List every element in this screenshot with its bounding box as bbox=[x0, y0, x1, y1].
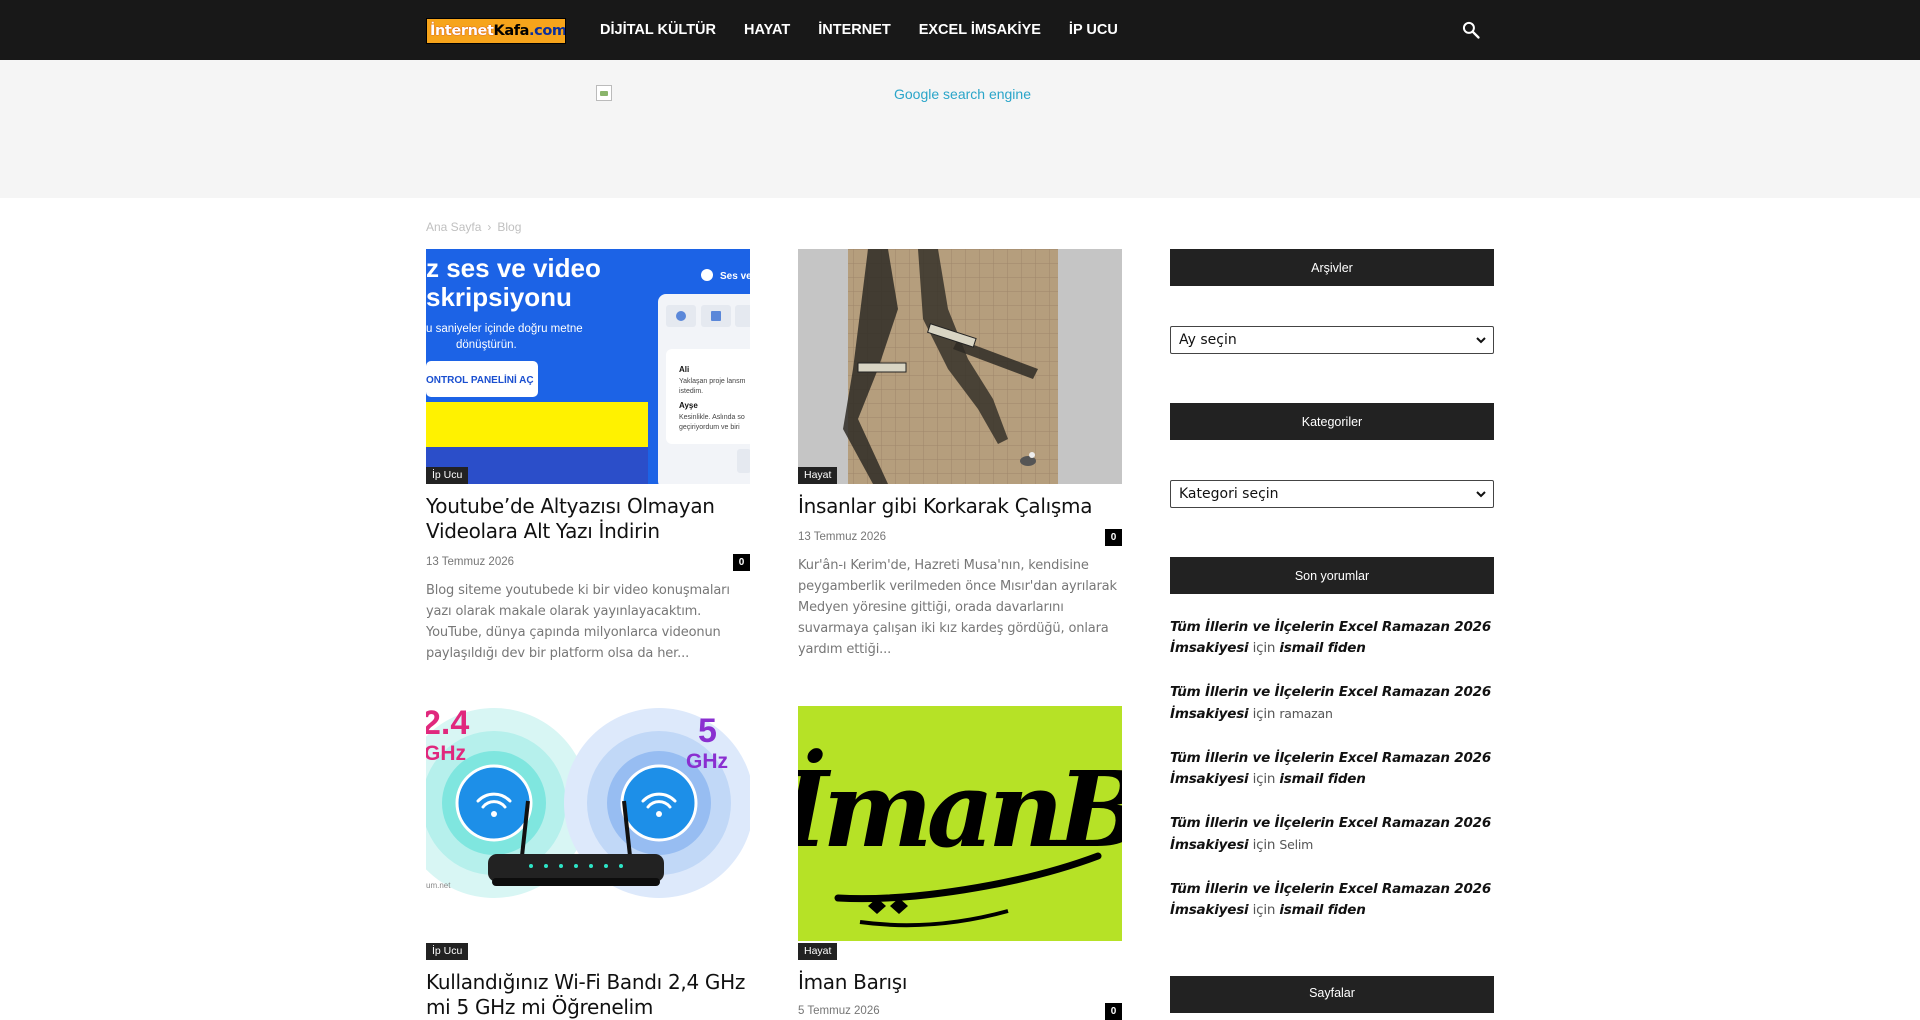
category-tag[interactable]: Hayat bbox=[798, 943, 838, 960]
category-tag[interactable]: İp Ucu bbox=[426, 943, 469, 960]
ad-alt-text: Google search engine bbox=[894, 86, 1031, 102]
ad-banner: Google search engine bbox=[0, 60, 1920, 198]
comment-post-link[interactable]: Tüm İllerin ve İlçelerin Excel Ramazan 2… bbox=[1170, 815, 1491, 853]
image-person-2-text-2: geçiriyordum ve biri bbox=[679, 424, 740, 431]
main-menu: DİJİTAL KÜLTÜR HAYAT İNTERNET EXCEL İMSA… bbox=[600, 0, 1146, 60]
post-thumbnail-image: 2.4 GHz 5 GHz um.net bbox=[426, 706, 750, 941]
comment-count-badge[interactable]: 0 bbox=[1105, 1002, 1122, 1020]
widget-title-categories: Kategoriler bbox=[1170, 403, 1494, 440]
widget-title-archives: Arşivler bbox=[1170, 249, 1494, 286]
chevron-down-icon bbox=[1476, 337, 1486, 344]
nav-item-internet[interactable]: İNTERNET bbox=[818, 22, 891, 38]
category-tag[interactable]: İp Ucu bbox=[426, 467, 469, 484]
broken-image-icon bbox=[596, 85, 612, 101]
image-right-small: GHz bbox=[686, 750, 728, 773]
post-title[interactable]: Youtube’de Altyazısı Olmayan Videolara A… bbox=[426, 494, 750, 544]
logo-part-3: .com bbox=[529, 23, 566, 39]
image-line-1: u saniyeler içinde doğru metne bbox=[426, 323, 583, 335]
category-tag[interactable]: Hayat bbox=[798, 467, 838, 484]
post-date: 13 Temmuz 2026 bbox=[798, 531, 887, 543]
image-heading-1: z ses ve video bbox=[426, 253, 601, 283]
breadcrumb: Ana Sayfa › Blog bbox=[426, 220, 521, 234]
post-date: 13 Temmuz 2026 bbox=[426, 556, 515, 568]
image-left-big: 2.4 bbox=[426, 706, 469, 742]
site-logo[interactable]: İnternet Kafa .com bbox=[426, 18, 566, 44]
post-date: 5 Temmuz 2026 bbox=[798, 1005, 880, 1017]
post-card: Hayat İnsanlar gibi Korkarak Çalışma 13 … bbox=[798, 249, 1122, 660]
post-meta: 13 Temmuz 2026 0 bbox=[798, 528, 1122, 546]
comment-for-word: için bbox=[1252, 706, 1276, 722]
recent-comment-item: Tüm İllerin ve İlçelerin Excel Ramazan 2… bbox=[1170, 879, 1494, 921]
comment-count-badge[interactable]: 0 bbox=[733, 553, 750, 571]
post-title[interactable]: İnsanlar gibi Korkarak Çalışma bbox=[798, 494, 1122, 519]
breadcrumb-home[interactable]: Ana Sayfa bbox=[426, 220, 481, 234]
image-person-1-text-2: istedim. bbox=[679, 388, 703, 395]
comment-for-word: için bbox=[1252, 837, 1276, 853]
ad-image-link[interactable]: Google search engine bbox=[596, 85, 1031, 102]
post-card: 2.4 GHz 5 GHz um.net İp Ucu Kullandığını… bbox=[426, 706, 750, 1020]
image-person-2: Ayşe bbox=[679, 401, 698, 410]
post-thumbnail[interactable]: 2.4 GHz 5 GHz um.net bbox=[426, 706, 750, 941]
widget-title-pages: Sayfalar bbox=[1170, 976, 1494, 1013]
nav-item-dijital-kultur[interactable]: DİJİTAL KÜLTÜR bbox=[600, 22, 716, 38]
post-thumbnail-image: z ses ve video skripsiyonu u saniyeler i… bbox=[426, 249, 750, 484]
breadcrumb-separator: › bbox=[487, 220, 492, 234]
recent-comment-item: Tüm İllerin ve İlçelerin Excel Ramazan 2… bbox=[1170, 682, 1494, 725]
image-watermark: um.net bbox=[426, 881, 451, 890]
image-heading-2: skripsiyonu bbox=[426, 282, 572, 312]
chevron-down-icon bbox=[1476, 491, 1486, 498]
comment-author: Selim bbox=[1279, 837, 1314, 852]
image-left-small: GHz bbox=[426, 742, 466, 765]
recent-comments-list: Tüm İllerin ve İlçelerin Excel Ramazan 2… bbox=[1170, 617, 1494, 944]
post-title[interactable]: İman Barışı bbox=[798, 970, 1122, 995]
post-card: İmanBarı Hayat İman Barışı 5 Temmuz 2026… bbox=[798, 706, 1122, 1020]
post-excerpt: Blog siteme youtubede ki bir video konuş… bbox=[426, 583, 730, 661]
image-button-text: ONTROL PANELİNİ AÇ bbox=[426, 373, 534, 386]
image-person-1: Ali bbox=[679, 365, 689, 374]
image-person-1-text-1: Yaklaşan proje lansm bbox=[679, 378, 746, 385]
archive-month-select[interactable]: Ay seçin bbox=[1170, 326, 1494, 354]
post-meta: 5 Temmuz 2026 0 bbox=[798, 1002, 1122, 1020]
post-thumbnail[interactable]: z ses ve video skripsiyonu u saniyeler i… bbox=[426, 249, 750, 484]
widget-title-recent-comments: Son yorumlar bbox=[1170, 557, 1494, 594]
post-thumbnail-image bbox=[798, 249, 1122, 484]
recent-comment-item: Tüm İllerin ve İlçelerin Excel Ramazan 2… bbox=[1170, 617, 1494, 659]
top-navigation-bar: İnternet Kafa .com DİJİTAL KÜLTÜR HAYAT İN… bbox=[0, 0, 1920, 60]
search-icon bbox=[1462, 21, 1480, 39]
image-line-2: dönüştürün. bbox=[456, 339, 517, 351]
image-right-big: 5 bbox=[698, 712, 717, 750]
post-title[interactable]: Kullandığınız Wi-Fi Bandı 2,4 GHz mi 5 G… bbox=[426, 970, 750, 1020]
post-thumbnail[interactable]: Hayat bbox=[798, 249, 1122, 484]
post-card: z ses ve video skripsiyonu u saniyeler i… bbox=[426, 249, 750, 664]
post-thumbnail-image: İmanBarı bbox=[798, 706, 1122, 941]
image-person-2-text-1: Kesinlikle. Aslında so bbox=[679, 414, 745, 421]
comment-author-link[interactable]: ismail fiden bbox=[1279, 771, 1366, 787]
logo-part-1: İnternet bbox=[430, 23, 494, 39]
post-excerpt: Kur'ân-ı Kerim'de, Hazreti Musa'nın, ken… bbox=[798, 558, 1117, 657]
comment-author-link[interactable]: ismail fiden bbox=[1279, 902, 1366, 918]
breadcrumb-current: Blog bbox=[497, 220, 522, 234]
comment-author: ramazan bbox=[1279, 706, 1333, 721]
image-calligraphy: İmanBarı bbox=[798, 747, 1122, 871]
comment-for-word: için bbox=[1252, 902, 1276, 918]
category-select-value: Kategori seçin bbox=[1179, 486, 1279, 502]
comment-author-link[interactable]: ismail fiden bbox=[1279, 640, 1366, 656]
post-meta: 13 Temmuz 2026 0 bbox=[426, 553, 750, 571]
comment-for-word: için bbox=[1252, 640, 1276, 656]
post-thumbnail[interactable]: İmanBarı bbox=[798, 706, 1122, 941]
nav-item-excel-imsakiye[interactable]: EXCEL İMSAKİYE bbox=[919, 22, 1041, 38]
nav-item-hayat[interactable]: HAYAT bbox=[744, 22, 790, 38]
nav-item-ip-ucu[interactable]: İP UCU bbox=[1069, 22, 1118, 38]
category-select[interactable]: Kategori seçin bbox=[1170, 480, 1494, 508]
search-button[interactable] bbox=[1458, 17, 1484, 43]
image-panel-title: Ses ve bbox=[720, 271, 750, 282]
logo-part-2: Kafa bbox=[493, 23, 530, 39]
archive-select-value: Ay seçin bbox=[1179, 332, 1237, 348]
comment-count-badge[interactable]: 0 bbox=[1105, 528, 1122, 546]
recent-comment-item: Tüm İllerin ve İlçelerin Excel Ramazan 2… bbox=[1170, 748, 1494, 790]
recent-comment-item: Tüm İllerin ve İlçelerin Excel Ramazan 2… bbox=[1170, 813, 1494, 856]
comment-for-word: için bbox=[1252, 771, 1276, 787]
